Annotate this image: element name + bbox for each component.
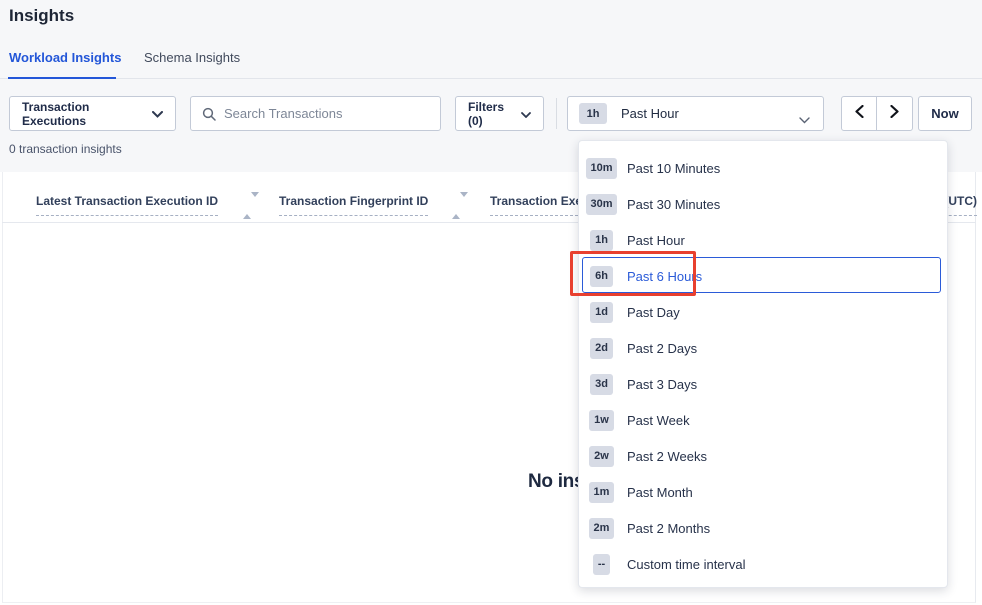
time-option-label: Past 2 Months <box>627 521 710 536</box>
time-range-dropdown[interactable]: 1h Past Hour <box>567 96 824 131</box>
page-title: Insights <box>9 6 74 26</box>
column-header-label[interactable]: Transaction Fingerprint ID <box>279 194 428 216</box>
time-option-label: Custom time interval <box>627 557 745 572</box>
tab-schema-insights[interactable]: Schema Insights <box>144 50 240 65</box>
toolbar-separator <box>556 98 557 129</box>
time-option-custom-time-interval[interactable]: -- Custom time interval <box>579 546 947 582</box>
transaction-type-label: Transaction Executions <box>22 100 144 128</box>
time-range-badge: 1h <box>579 103 607 124</box>
time-option-badge: 2d <box>586 338 617 359</box>
chevron-down-icon <box>152 107 163 121</box>
next-interval-button[interactable] <box>877 97 912 130</box>
time-option-label: Past 10 Minutes <box>627 161 720 176</box>
time-option-label: Past Week <box>627 413 690 428</box>
chevron-down-icon <box>521 107 531 121</box>
column-header-label[interactable]: Latest Transaction Execution ID <box>36 194 218 216</box>
time-option-label: Past 2 Days <box>627 341 697 356</box>
filters-dropdown[interactable]: Filters (0) <box>455 96 544 131</box>
time-option-badge: 1m <box>586 482 617 503</box>
time-option-past-10-minutes[interactable]: 10m Past 10 Minutes <box>579 150 947 186</box>
time-nav-buttons <box>841 96 913 131</box>
now-button[interactable]: Now <box>918 96 972 131</box>
time-option-past-2-weeks[interactable]: 2w Past 2 Weeks <box>579 438 947 474</box>
time-dropdown-menu: 10m Past 10 Minutes 30m Past 30 Minutes 1h Pa… <box>578 140 948 588</box>
search-box <box>190 96 441 131</box>
tab-workload-insights[interactable]: Workload Insights <box>9 50 121 65</box>
column-header: Latest Transaction Execution ID <box>36 194 218 216</box>
time-option-past-6-hours[interactable]: 6h Past 6 Hours <box>579 258 947 294</box>
time-option-badge: 1d <box>586 302 617 323</box>
time-option-label: Past Month <box>627 485 693 500</box>
time-option-badge: 10m <box>586 158 617 179</box>
insights-count-status: 0 transaction insights <box>9 142 122 156</box>
time-option-label: Past Day <box>627 305 680 320</box>
column-header: Transaction Fingerprint ID <box>279 194 428 216</box>
transaction-type-dropdown[interactable]: Transaction Executions <box>9 96 176 131</box>
time-option-past-30-minutes[interactable]: 30m Past 30 Minutes <box>579 186 947 222</box>
time-option-badge: 1h <box>586 230 617 251</box>
chevron-left-icon <box>855 105 864 123</box>
search-input[interactable] <box>224 98 434 129</box>
time-option-badge: -- <box>586 554 617 575</box>
time-option-label: Past Hour <box>627 233 685 248</box>
time-option-label: Past 3 Days <box>627 377 697 392</box>
time-option-label: Past 2 Weeks <box>627 449 707 464</box>
tab-bar-divider <box>0 78 982 79</box>
time-option-badge: 30m <box>586 194 617 215</box>
time-option-label: Past 6 Hours <box>627 269 702 284</box>
filters-label: Filters (0) <box>468 100 513 128</box>
time-option-past-3-days[interactable]: 3d Past 3 Days <box>579 366 947 402</box>
time-option-past-month[interactable]: 1m Past Month <box>579 474 947 510</box>
time-option-badge: 1w <box>586 410 617 431</box>
time-option-past-week[interactable]: 1w Past Week <box>579 402 947 438</box>
time-option-badge: 6h <box>586 266 617 287</box>
time-range-label: Past Hour <box>621 106 679 121</box>
sort-icon[interactable] <box>243 197 251 215</box>
time-option-past-2-days[interactable]: 2d Past 2 Days <box>579 330 947 366</box>
chevron-right-icon <box>890 105 899 123</box>
previous-interval-button[interactable] <box>842 97 877 130</box>
time-option-badge: 2m <box>586 518 617 539</box>
chevron-down-icon <box>799 111 810 129</box>
time-option-badge: 3d <box>586 374 617 395</box>
sort-icon[interactable] <box>452 197 460 215</box>
time-option-past-2-months[interactable]: 2m Past 2 Months <box>579 510 947 546</box>
time-option-past-day[interactable]: 1d Past Day <box>579 294 947 330</box>
active-tab-underline <box>8 77 116 79</box>
time-option-badge: 2w <box>586 446 617 467</box>
time-option-past-hour[interactable]: 1h Past Hour <box>579 222 947 258</box>
time-option-label: Past 30 Minutes <box>627 197 720 212</box>
